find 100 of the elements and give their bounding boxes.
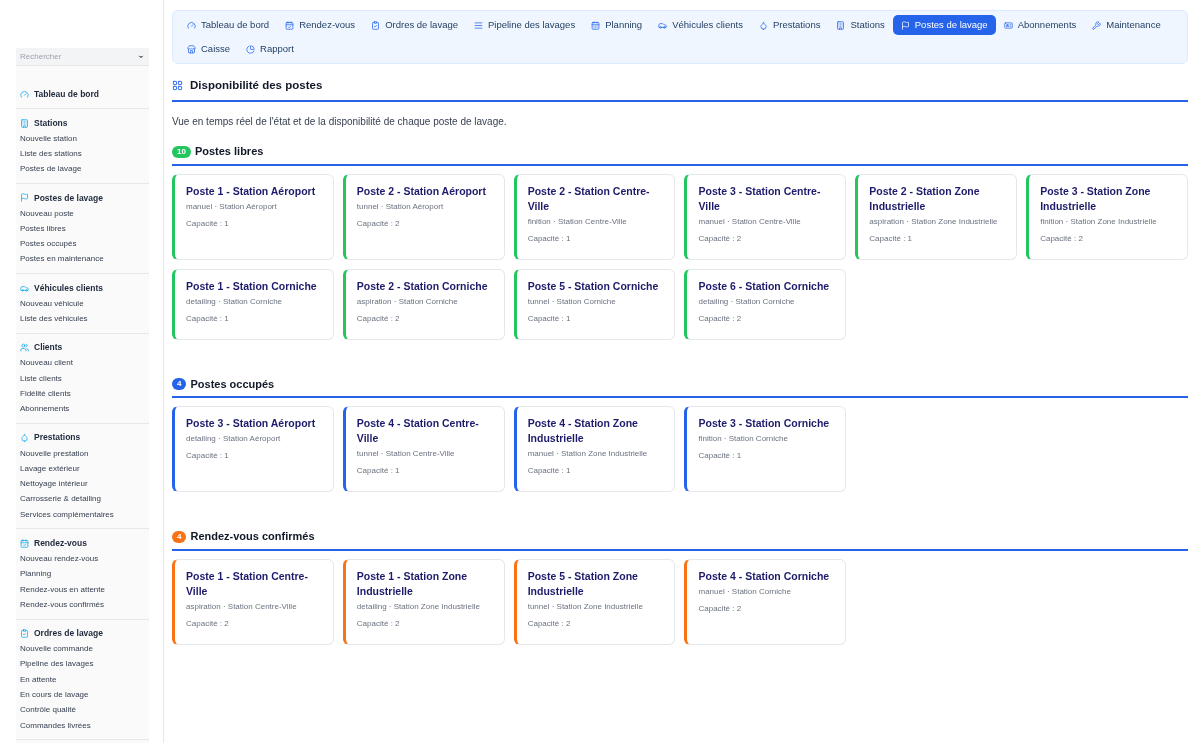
card-meta: aspiration · Station Centre-Ville xyxy=(186,600,298,613)
sidebar-heading[interactable]: Ordres de lavage xyxy=(20,625,145,642)
card-meta: aspiration · Station Corniche xyxy=(356,295,459,308)
calendar-icon xyxy=(285,20,295,30)
station-card[interactable]: Poste 5 - Station Corniche tunnel · Station Corniche Capacité : 1 xyxy=(513,268,676,340)
card-capacity: Capacité : 2 xyxy=(698,232,743,245)
wrench-icon xyxy=(1092,20,1102,30)
card-title: Poste 4 - Station Centre-Ville xyxy=(356,416,480,447)
sidebar-heading[interactable]: Véhicules clients xyxy=(20,280,145,297)
station-card[interactable]: Poste 1 - Station Zone Industrielle detailing · Station Zone Industrielle Capacité : 2 xyxy=(342,558,505,645)
sidebar-item[interactable]: Nouvelle station xyxy=(20,131,145,147)
station-card[interactable]: Poste 2 - Station Centre-Ville finition · Station Centre-Ville Capacité : 1 xyxy=(513,173,676,260)
sidebar-heading[interactable]: Stations xyxy=(20,115,145,131)
card-meta: aspiration · Station Zone Industrielle xyxy=(869,215,999,228)
card-capacity: Capacité : 1 xyxy=(698,450,743,463)
sidebar-item[interactable]: Services complémentaires xyxy=(20,507,145,523)
nav-tab[interactable]: Rapport xyxy=(238,39,302,59)
station-card[interactable]: Poste 4 - Station Zone Industrielle manuel · Station Zone Industrielle Capacité : 1 xyxy=(513,406,676,493)
sidebar-item[interactable]: Carrosserie & detailing xyxy=(20,491,145,508)
card-title: Poste 3 - Station Centre-Ville xyxy=(698,183,822,214)
sidebar-heading[interactable]: Rendez-vous xyxy=(20,535,145,552)
station-card[interactable]: Poste 3 - Station Corniche finition · Station Corniche Capacité : 1 xyxy=(684,406,847,493)
station-card[interactable]: Poste 3 - Station Aéroport detailing · Station Aéroport Capacité : 1 xyxy=(172,406,334,493)
station-card[interactable]: Poste 2 - Station Aéroport tunnel · Station Aéroport Capacité : 2 xyxy=(342,173,505,260)
sidebar-item[interactable]: Rendez-vous confirmés xyxy=(20,597,145,613)
card-title: Poste 3 - Station Corniche xyxy=(698,416,831,432)
sidebar-item[interactable]: En cours de lavage xyxy=(20,687,145,703)
sidebar-item[interactable]: Nouvelle prestation xyxy=(20,445,145,462)
nav-tab[interactable]: Ordres de lavage xyxy=(363,15,466,35)
sidebar-item[interactable]: Commandes livrées xyxy=(20,718,145,734)
building-icon xyxy=(20,118,29,128)
nav-tab[interactable]: Tableau de bord xyxy=(179,15,278,35)
sidebar-item[interactable]: Abonnements xyxy=(20,401,145,417)
nav-tab[interactable]: Planning xyxy=(583,15,651,35)
station-card[interactable]: Poste 1 - Station Aéroport manuel · Station Aéroport Capacité : 1 xyxy=(172,173,334,260)
flag-icon xyxy=(20,193,29,203)
card-capacity: Capacité : 1 xyxy=(527,465,572,478)
nav-tab[interactable]: Caisse xyxy=(179,39,239,59)
sidebar-heading[interactable]: Prestations xyxy=(20,429,145,446)
station-card[interactable]: Poste 5 - Station Zone Industrielle tunnel · Station Zone Industrielle Capacité : 2 xyxy=(513,558,676,645)
sidebar-item[interactable]: Fidélité clients xyxy=(20,386,145,402)
clipboard-icon xyxy=(20,629,29,639)
card-capacity: Capacité : 2 xyxy=(356,312,401,325)
pie-chart-icon xyxy=(246,44,256,54)
nav-tab[interactable]: Rendez-vous xyxy=(277,15,364,35)
sidebar-item[interactable]: Postes libres xyxy=(20,221,145,237)
sidebar-item[interactable]: Nouveau client xyxy=(20,355,145,371)
station-card[interactable]: Poste 4 - Station Centre-Ville tunnel · Station Centre-Ville Capacité : 1 xyxy=(342,406,505,493)
nav-tab[interactable]: Abonnements xyxy=(995,15,1085,35)
station-card[interactable]: Poste 4 - Station Corniche manuel · Station Corniche Capacité : 2 xyxy=(684,558,847,645)
card-meta: finition · Station Zone Industrielle xyxy=(1040,215,1158,228)
card-meta: manuel · Station Zone Industrielle xyxy=(527,448,649,461)
sidebar-item[interactable]: Contrôle qualité xyxy=(20,702,145,718)
sidebar-item[interactable]: Nouveau véhicule xyxy=(20,296,145,312)
card-capacity: Capacité : 2 xyxy=(698,312,743,325)
sidebar-item[interactable]: En attente xyxy=(20,672,145,688)
list-icon xyxy=(474,20,483,30)
sidebar-item[interactable]: Nouvelle commande xyxy=(20,641,145,657)
sidebar-item[interactable]: Liste clients xyxy=(20,370,145,387)
station-card[interactable]: Poste 2 - Station Corniche aspiration · Station Corniche Capacité : 2 xyxy=(342,268,505,340)
nav-tab[interactable]: Postes de lavage xyxy=(892,15,996,35)
sidebar-heading[interactable]: Tableau de bord xyxy=(20,86,145,102)
sidebar-item[interactable]: Postes de lavage xyxy=(20,161,145,177)
sidebar-item[interactable]: Rendez-vous en attente xyxy=(20,581,145,598)
sidebar-item[interactable]: Postes en maintenance xyxy=(20,251,145,268)
nav-tab[interactable]: Maintenance xyxy=(1084,15,1169,35)
card-capacity: Capacité : 2 xyxy=(186,617,230,630)
card-title: Poste 2 - Station Zone Industrielle xyxy=(869,183,981,214)
station-card[interactable]: Poste 1 - Station Centre-Ville aspiration · Station Centre-Ville Capacité : 2 xyxy=(172,558,334,645)
search-field[interactable]: Rechercher xyxy=(16,48,149,66)
sidebar-heading[interactable]: Clients xyxy=(20,339,145,356)
nav-tab[interactable]: Prestations xyxy=(750,15,829,35)
station-card[interactable]: Poste 3 - Station Centre-Ville manuel · Station Centre-Ville Capacité : 2 xyxy=(684,173,847,260)
droplet-icon xyxy=(758,20,768,30)
car-icon xyxy=(658,20,668,30)
sidebar-item[interactable]: Lavage extérieur xyxy=(20,461,145,477)
station-card[interactable]: Poste 2 - Station Zone Industrielle aspiration · Station Zone Industrielle Capacité : 1 xyxy=(855,173,1018,260)
nav-tab[interactable]: Pipeline des lavages xyxy=(466,15,584,35)
sidebar-item[interactable]: Liste des véhicules xyxy=(20,311,145,327)
nav-tab[interactable]: Véhicules clients xyxy=(650,15,751,35)
nav-tab[interactable]: Stations xyxy=(828,15,893,35)
sidebar-item[interactable]: Planning xyxy=(20,566,145,582)
sidebar-item[interactable]: Nettoyage intérieur xyxy=(20,476,145,492)
sidebar-item[interactable]: Nouveau poste xyxy=(20,205,145,222)
sidebar-item[interactable]: Postes occupés xyxy=(20,236,145,252)
sidebar-item[interactable]: Pipeline des lavages xyxy=(20,656,145,673)
car-icon xyxy=(20,283,29,293)
card-title: Poste 3 - Station Zone Industrielle xyxy=(1040,183,1152,214)
card-meta: manuel · Station Aéroport xyxy=(186,200,278,213)
caret-icon xyxy=(137,53,145,61)
sidebar-item[interactable]: Nouveau rendez-vous xyxy=(20,551,145,567)
users-icon xyxy=(20,343,29,353)
station-card[interactable]: Poste 3 - Station Zone Industrielle finition · Station Zone Industrielle Capacité : 2 xyxy=(1026,173,1188,260)
station-card[interactable]: Poste 6 - Station Corniche detailing · Station Corniche Capacité : 2 xyxy=(684,268,847,340)
card-meta: detailing · Station Aéroport xyxy=(186,433,282,446)
count-badge: 4 xyxy=(172,530,187,543)
sidebar-heading[interactable]: Postes de lavage xyxy=(20,189,145,206)
card-title: Poste 4 - Station Corniche xyxy=(698,568,831,584)
station-card[interactable]: Poste 1 - Station Corniche detailing · Station Corniche Capacité : 1 xyxy=(172,268,334,340)
sidebar-item[interactable]: Liste des stations xyxy=(20,146,145,162)
